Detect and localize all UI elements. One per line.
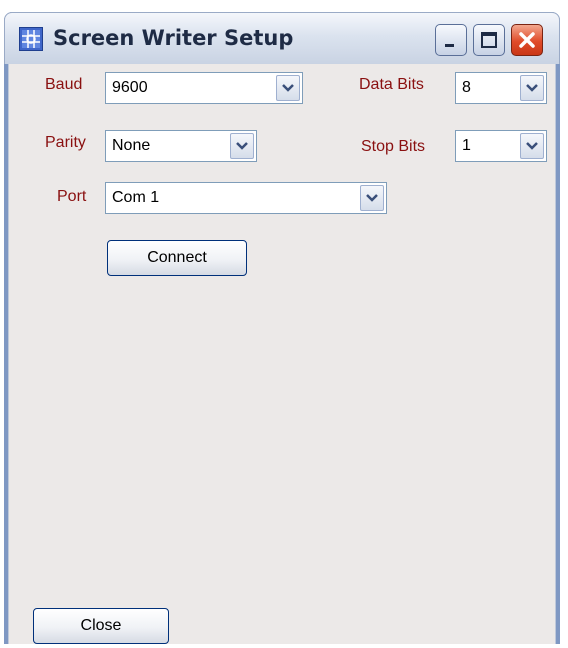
window-title: Screen Writer Setup	[53, 26, 294, 50]
chevron-down-icon[interactable]	[520, 133, 544, 159]
baud-label: Baud	[45, 76, 83, 93]
chevron-down-icon[interactable]	[230, 133, 254, 159]
title-bar[interactable]: Screen Writer Setup	[4, 12, 560, 64]
stop-bits-select[interactable]: 1	[455, 130, 547, 162]
app-icon	[19, 27, 43, 51]
data-bits-label: Data Bits	[359, 76, 424, 93]
baud-value: 9600	[112, 79, 148, 96]
port-value: Com 1	[112, 189, 160, 206]
maximize-button[interactable]	[473, 24, 505, 56]
close-icon	[519, 32, 535, 48]
window-close-button[interactable]	[511, 24, 543, 56]
port-select[interactable]: Com 1	[105, 182, 387, 214]
setup-window: Screen Writer Setup Baud 9600 Data Bits …	[4, 12, 560, 644]
stop-bits-value: 1	[462, 137, 471, 154]
connect-button[interactable]: Connect	[107, 240, 247, 276]
parity-label: Parity	[45, 134, 86, 151]
minimize-button[interactable]	[435, 24, 467, 56]
data-bits-value: 8	[462, 79, 471, 96]
dialog-body: Baud 9600 Data Bits 8 Parity None Stop B…	[8, 64, 556, 644]
baud-select[interactable]: 9600	[105, 72, 303, 104]
parity-value: None	[112, 137, 151, 154]
minimize-icon	[445, 44, 454, 47]
data-bits-select[interactable]: 8	[455, 72, 547, 104]
chevron-down-icon[interactable]	[276, 75, 300, 101]
close-button[interactable]: Close	[33, 608, 169, 644]
maximize-icon	[481, 32, 497, 48]
stop-bits-label: Stop Bits	[361, 138, 426, 155]
parity-select[interactable]: None	[105, 130, 257, 162]
chevron-down-icon[interactable]	[520, 75, 544, 101]
chevron-down-icon[interactable]	[360, 185, 384, 211]
port-label: Port	[57, 188, 87, 205]
